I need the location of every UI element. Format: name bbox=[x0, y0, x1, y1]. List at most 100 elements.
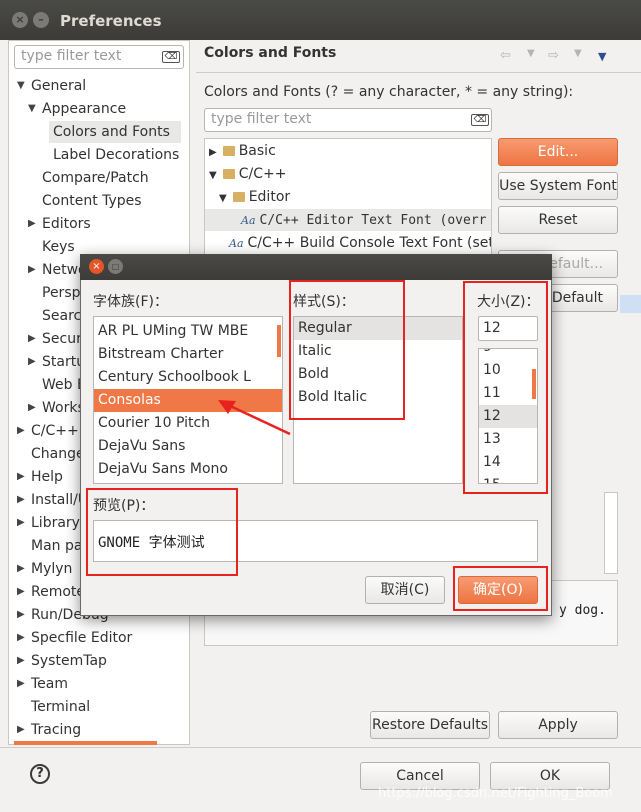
clear-filter-icon[interactable]: ⌫ bbox=[162, 51, 180, 63]
tree-twisty-icon[interactable]: ▶ bbox=[28, 328, 36, 350]
tree-item[interactable]: ▶ Specfile Editor bbox=[9, 627, 189, 649]
tree-item-label: SystemTap bbox=[31, 653, 107, 669]
tree-twisty-icon[interactable]: ▶ bbox=[17, 673, 25, 695]
tree-item-label: Change bbox=[31, 446, 85, 462]
folder-icon bbox=[222, 146, 235, 156]
list-item[interactable]: Bitstream Charter bbox=[94, 343, 282, 366]
tree-twisty-icon[interactable]: ▶ bbox=[17, 466, 25, 488]
title-separator bbox=[196, 72, 641, 73]
tree-twisty-icon[interactable]: ▶ bbox=[17, 558, 25, 580]
annotation-box-preview bbox=[86, 488, 238, 576]
fonts-twisty-icon[interactable]: ▶ bbox=[209, 147, 217, 158]
fonts-tree-label: Basic bbox=[238, 143, 276, 159]
tree-item-label: Secur bbox=[42, 331, 82, 347]
tree-twisty-icon[interactable]: ▶ bbox=[17, 650, 25, 672]
fonts-tree-item[interactable]: Aa C/C++ Build Console Text Font (set to bbox=[205, 232, 491, 254]
list-item[interactable]: Century Schoolbook L bbox=[94, 366, 282, 389]
list-item[interactable]: DejaVu Sans Mono bbox=[94, 458, 282, 481]
tree-item-label: Keys bbox=[42, 239, 75, 255]
description-scrollbar[interactable] bbox=[604, 492, 618, 574]
tree-item-label: Terminal bbox=[31, 699, 91, 715]
family-list-scrollbar[interactable] bbox=[277, 325, 281, 357]
help-icon[interactable]: ? bbox=[30, 764, 50, 784]
annotation-box-size bbox=[463, 281, 548, 494]
tree-item-label: Persp bbox=[42, 285, 81, 301]
family-label: 字体族(F)： bbox=[93, 294, 168, 310]
fonts-tree-item[interactable]: ▼ Editor bbox=[205, 186, 491, 208]
tree-twisty-icon[interactable]: ▼ bbox=[28, 98, 36, 120]
tree-twisty-icon[interactable]: ▶ bbox=[17, 420, 25, 442]
apply-button[interactable]: Apply bbox=[498, 711, 618, 739]
annotation-box-ok bbox=[453, 566, 548, 611]
minimize-icon[interactable]: – bbox=[33, 12, 49, 28]
tree-twisty-icon[interactable]: ▶ bbox=[17, 489, 25, 511]
tree-item[interactable]: Terminal bbox=[9, 696, 189, 718]
tree-item[interactable]: ▶ SystemTap bbox=[9, 650, 189, 672]
tree-twisty-icon[interactable]: ▶ bbox=[17, 581, 25, 603]
dialog-close-icon[interactable]: × bbox=[89, 259, 104, 274]
tree-horizontal-scrollbar[interactable] bbox=[14, 741, 157, 745]
font-icon: Aa bbox=[229, 237, 244, 250]
tree-filter-placeholder: type filter text bbox=[21, 48, 122, 64]
page-description: Colors and Fonts (? = any character, * =… bbox=[204, 84, 574, 100]
tree-twisty-icon[interactable]: ▶ bbox=[28, 351, 36, 373]
folder-icon bbox=[222, 169, 235, 179]
forward-nav-icon[interactable]: ⇨ bbox=[548, 48, 559, 63]
dialog-maximize-icon[interactable]: □ bbox=[108, 259, 123, 274]
back-menu-icon[interactable]: ▼ bbox=[527, 48, 535, 59]
clear-fonts-filter-icon[interactable]: ⌫ bbox=[471, 114, 489, 126]
tree-twisty-icon[interactable]: ▶ bbox=[17, 604, 25, 626]
tree-item[interactable]: Content Types bbox=[9, 190, 189, 212]
list-item[interactable]: AR PL UMing TW MBE bbox=[94, 320, 282, 343]
tree-item[interactable]: ▶ Tracing bbox=[9, 719, 189, 741]
annotation-arrow bbox=[218, 400, 291, 436]
fonts-twisty-icon[interactable]: ▼ bbox=[209, 170, 217, 181]
tree-item-label: General bbox=[31, 78, 87, 94]
fonts-tree-label: Editor bbox=[248, 189, 291, 205]
tree-item[interactable]: Label Decorations bbox=[49, 144, 181, 166]
tree-item[interactable]: ▶ Editors bbox=[9, 213, 189, 235]
list-item[interactable]: DejaVu Sans bbox=[94, 435, 282, 458]
page-title: Colors and Fonts bbox=[204, 45, 337, 61]
tree-item[interactable]: Compare/Patch bbox=[9, 167, 189, 189]
fonts-tree-item[interactable]: ▶ Basic bbox=[205, 140, 491, 162]
tree-item-label: Editors bbox=[42, 216, 91, 232]
tree-item-label: Compare/Patch bbox=[42, 170, 149, 186]
tree-twisty-icon[interactable]: ▶ bbox=[17, 512, 25, 534]
tree-item[interactable]: ▼ General bbox=[9, 75, 189, 97]
tree-filter-input[interactable]: type filter text bbox=[14, 45, 184, 69]
tree-item[interactable]: ▼ Appearance bbox=[9, 98, 189, 120]
window-titlebar: × – Preferences bbox=[0, 0, 641, 40]
use-system-font-button[interactable]: Use System Font bbox=[498, 172, 618, 200]
tree-item-label: Label Decorations bbox=[53, 147, 180, 163]
tree-twisty-icon[interactable]: ▶ bbox=[17, 719, 25, 741]
tree-twisty-icon[interactable]: ▶ bbox=[28, 259, 36, 281]
fonts-tree-label: C/C++ Build Console Text Font (set to bbox=[247, 235, 492, 251]
font-icon: Aa bbox=[241, 214, 256, 227]
restore-defaults-button[interactable]: Restore Defaults bbox=[370, 711, 490, 739]
tree-item[interactable]: Colors and Fonts bbox=[49, 121, 181, 143]
fonts-tree-item[interactable]: Aa C/C++ Editor Text Font (overr bbox=[205, 209, 491, 231]
tree-twisty-icon[interactable]: ▶ bbox=[28, 397, 36, 419]
tree-item-label: Colors and Fonts bbox=[53, 124, 170, 140]
tree-item-label: Team bbox=[31, 676, 69, 692]
tree-item[interactable]: ▶ Team bbox=[9, 673, 189, 695]
fonts-tree-label: C/C++ bbox=[238, 166, 287, 182]
fonts-filter-input[interactable]: type filter text bbox=[204, 108, 492, 132]
tree-item-label: Specfile Editor bbox=[31, 630, 133, 646]
fonts-tree-item[interactable]: ▼ C/C++ bbox=[205, 163, 491, 185]
tree-twisty-icon[interactable]: ▶ bbox=[17, 627, 25, 649]
close-icon[interactable]: × bbox=[12, 12, 28, 28]
preview-text: y dog. bbox=[559, 603, 606, 618]
dialog-cancel-button[interactable]: 取消(C) bbox=[365, 576, 445, 604]
fonts-tree: ▶ Basic ▼ C/C++ ▼ Editor Aa C/C++ Editor Text F… bbox=[204, 138, 492, 258]
tree-item-label: Appearance bbox=[42, 101, 127, 117]
tree-twisty-icon[interactable]: ▶ bbox=[28, 213, 36, 235]
view-menu-icon[interactable]: ▼ bbox=[598, 50, 606, 63]
forward-menu-icon[interactable]: ▼ bbox=[574, 48, 582, 59]
back-nav-icon[interactable]: ⇦ bbox=[500, 48, 511, 63]
fonts-twisty-icon[interactable]: ▼ bbox=[219, 193, 227, 204]
tree-twisty-icon[interactable]: ▼ bbox=[17, 75, 25, 97]
reset-button[interactable]: Reset bbox=[498, 206, 618, 234]
edit-button[interactable]: Edit... bbox=[498, 138, 618, 166]
